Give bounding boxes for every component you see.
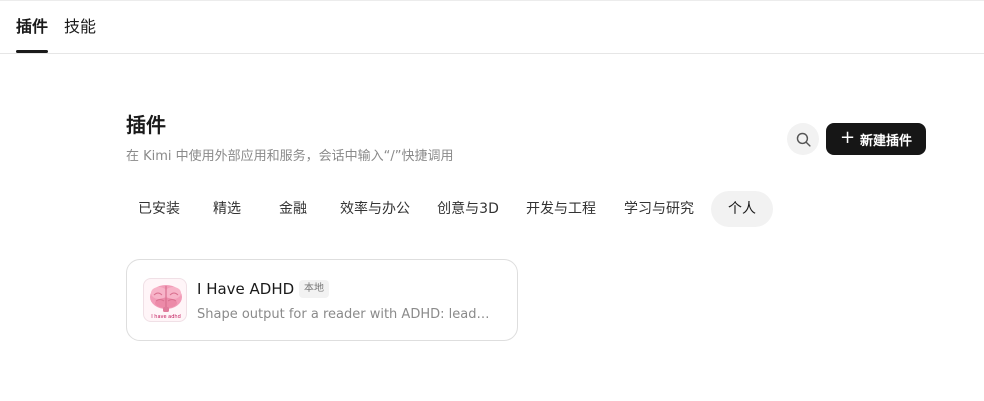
new-plugin-label: 新建插件 <box>860 133 913 149</box>
plus-icon: + <box>839 127 856 148</box>
category-installed[interactable]: 已安装 <box>126 191 192 227</box>
plugin-name: I Have ADHD <box>197 280 295 298</box>
top-tab-bar: 插件 技能 <box>0 1 984 54</box>
category-dev-engineering[interactable]: 开发与工程 <box>520 191 602 227</box>
category-finance[interactable]: 金融 <box>266 191 320 227</box>
search-icon <box>796 132 811 147</box>
page-subtitle: 在 Kimi 中使用外部应用和服务，会话中输入“/”快捷调用 <box>126 149 454 164</box>
new-plugin-button[interactable]: + 新建插件 <box>826 123 926 155</box>
category-learning-research[interactable]: 学习与研究 <box>618 191 700 227</box>
plugin-description: Shape output for a reader with ADHD: lea… <box>197 307 493 322</box>
plugins-page: 插件 技能 插件 在 Kimi 中使用外部应用和服务，会话中输入“/”快捷调用 … <box>0 0 984 401</box>
tab-skills[interactable]: 技能 <box>64 17 96 37</box>
plugin-card[interactable]: I have adhd I Have ADHD 本地 Shape output … <box>126 259 518 341</box>
plugin-icon: I have adhd <box>143 278 187 322</box>
active-tab-indicator <box>16 50 48 53</box>
category-featured[interactable]: 精选 <box>200 191 254 227</box>
category-personal[interactable]: 个人 <box>711 191 773 227</box>
brain-icon: I have adhd <box>150 285 182 320</box>
local-badge: 本地 <box>299 280 329 298</box>
search-button[interactable] <box>787 123 819 155</box>
category-productivity[interactable]: 效率与办公 <box>334 191 416 227</box>
page-title: 插件 <box>126 113 166 137</box>
svg-text:I have adhd: I have adhd <box>151 314 181 320</box>
category-creative-3d[interactable]: 创意与3D <box>428 191 508 227</box>
tab-plugins[interactable]: 插件 <box>16 17 48 37</box>
